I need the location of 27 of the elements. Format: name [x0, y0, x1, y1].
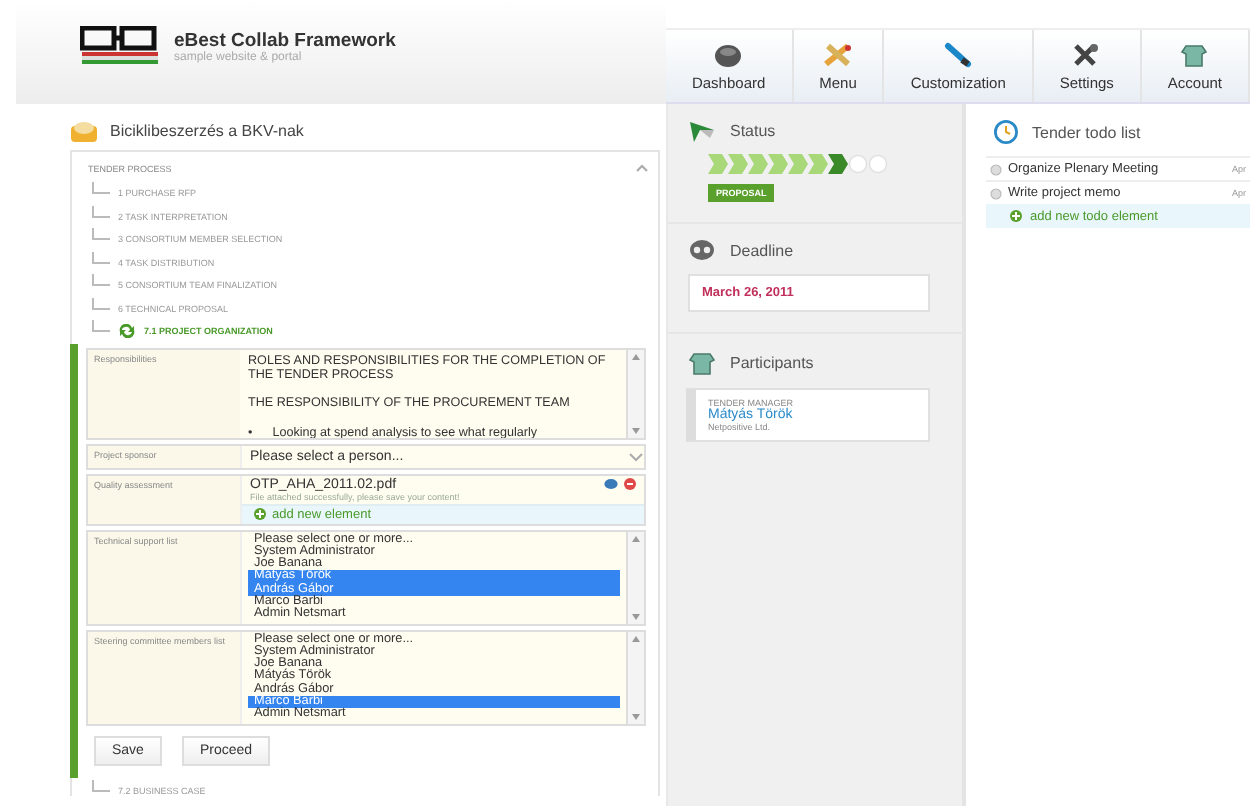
logo-icon [80, 26, 160, 66]
brush-icon [944, 41, 973, 67]
shirt-icon [688, 350, 716, 376]
delete-icon [624, 478, 636, 490]
scrollbar[interactable] [626, 531, 644, 624]
section-heading: Status [730, 122, 776, 140]
shirt-icon [1180, 41, 1209, 67]
todo-bullet-icon [990, 163, 1002, 175]
section-heading: Participants [730, 354, 814, 372]
todo-bullet-icon [990, 187, 1002, 199]
section-heading: Deadline [730, 242, 794, 260]
dropdown-icon [628, 448, 644, 464]
app-title: eBest Collab Framework [174, 29, 396, 51]
tools-cross-icon [824, 41, 853, 67]
flag-icon [688, 120, 716, 142]
wrench-icon [1072, 41, 1101, 67]
folder-icon [70, 120, 98, 142]
refresh-icon [118, 324, 136, 339]
clock-icon [994, 120, 1018, 144]
collapse-icon [636, 164, 648, 172]
gauge-icon [714, 41, 743, 67]
plus-icon [1010, 210, 1022, 222]
scrollbar[interactable] [626, 631, 644, 724]
scrollbar[interactable] [626, 349, 644, 437]
project-title: Biciklibeszerzés a BKV-nak [110, 122, 304, 140]
section-heading: Tender todo list [1032, 123, 1141, 141]
plus-icon [254, 508, 266, 520]
